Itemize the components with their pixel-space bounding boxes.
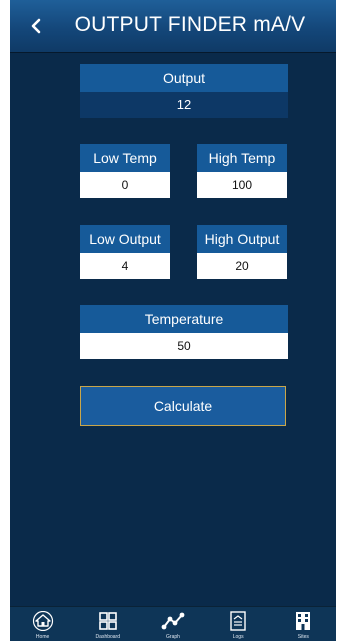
sites-icon	[296, 612, 311, 630]
nav-sites-label: Sites	[297, 634, 309, 640]
home-icon	[32, 611, 53, 631]
graph-icon	[161, 612, 185, 630]
bottom-nav: Home Dashboard Graph Logs Sites	[10, 606, 336, 641]
logs-icon	[230, 611, 246, 631]
output-value: 12	[80, 92, 288, 118]
app-screen: OUTPUT FINDER mA/V Output 12 Low Temp 0 …	[10, 0, 336, 641]
nav-graph[interactable]: Graph	[147, 607, 199, 641]
nav-dashboard-label: Dashboard	[95, 634, 121, 640]
nav-graph-label: Graph	[166, 634, 180, 640]
high-temp-input[interactable]: 100	[197, 172, 287, 198]
page-title: OUTPUT FINDER mA/V	[74, 13, 306, 36]
output-group: Output 12	[80, 64, 288, 118]
nav-home[interactable]: Home	[17, 607, 69, 641]
chevron-left-icon[interactable]	[24, 14, 48, 38]
low-output-input[interactable]: 4	[80, 253, 170, 279]
low-output-group: Low Output 4	[80, 225, 170, 279]
low-temp-group: Low Temp 0	[80, 144, 170, 198]
low-temp-label: Low Temp	[80, 144, 170, 172]
low-temp-input[interactable]: 0	[80, 172, 170, 198]
nav-dashboard[interactable]: Dashboard	[82, 607, 134, 641]
high-temp-label: High Temp	[197, 144, 287, 172]
temperature-label: Temperature	[80, 305, 288, 333]
high-temp-group: High Temp 100	[197, 144, 287, 198]
temperature-group: Temperature 50	[80, 305, 288, 359]
calculate-button[interactable]: Calculate	[80, 386, 286, 426]
high-output-input[interactable]: 20	[197, 253, 287, 279]
high-output-label: High Output	[197, 225, 287, 253]
nav-home-label: Home	[35, 634, 50, 640]
high-output-group: High Output 20	[197, 225, 287, 279]
header-bar: OUTPUT FINDER mA/V	[10, 0, 336, 52]
nav-logs[interactable]: Logs	[212, 607, 264, 641]
dashboard-icon	[98, 612, 117, 630]
output-label: Output	[80, 64, 288, 92]
nav-logs-label: Logs	[232, 634, 244, 640]
low-output-label: Low Output	[80, 225, 170, 253]
nav-sites[interactable]: Sites	[277, 607, 329, 641]
temperature-input[interactable]: 50	[80, 333, 288, 359]
